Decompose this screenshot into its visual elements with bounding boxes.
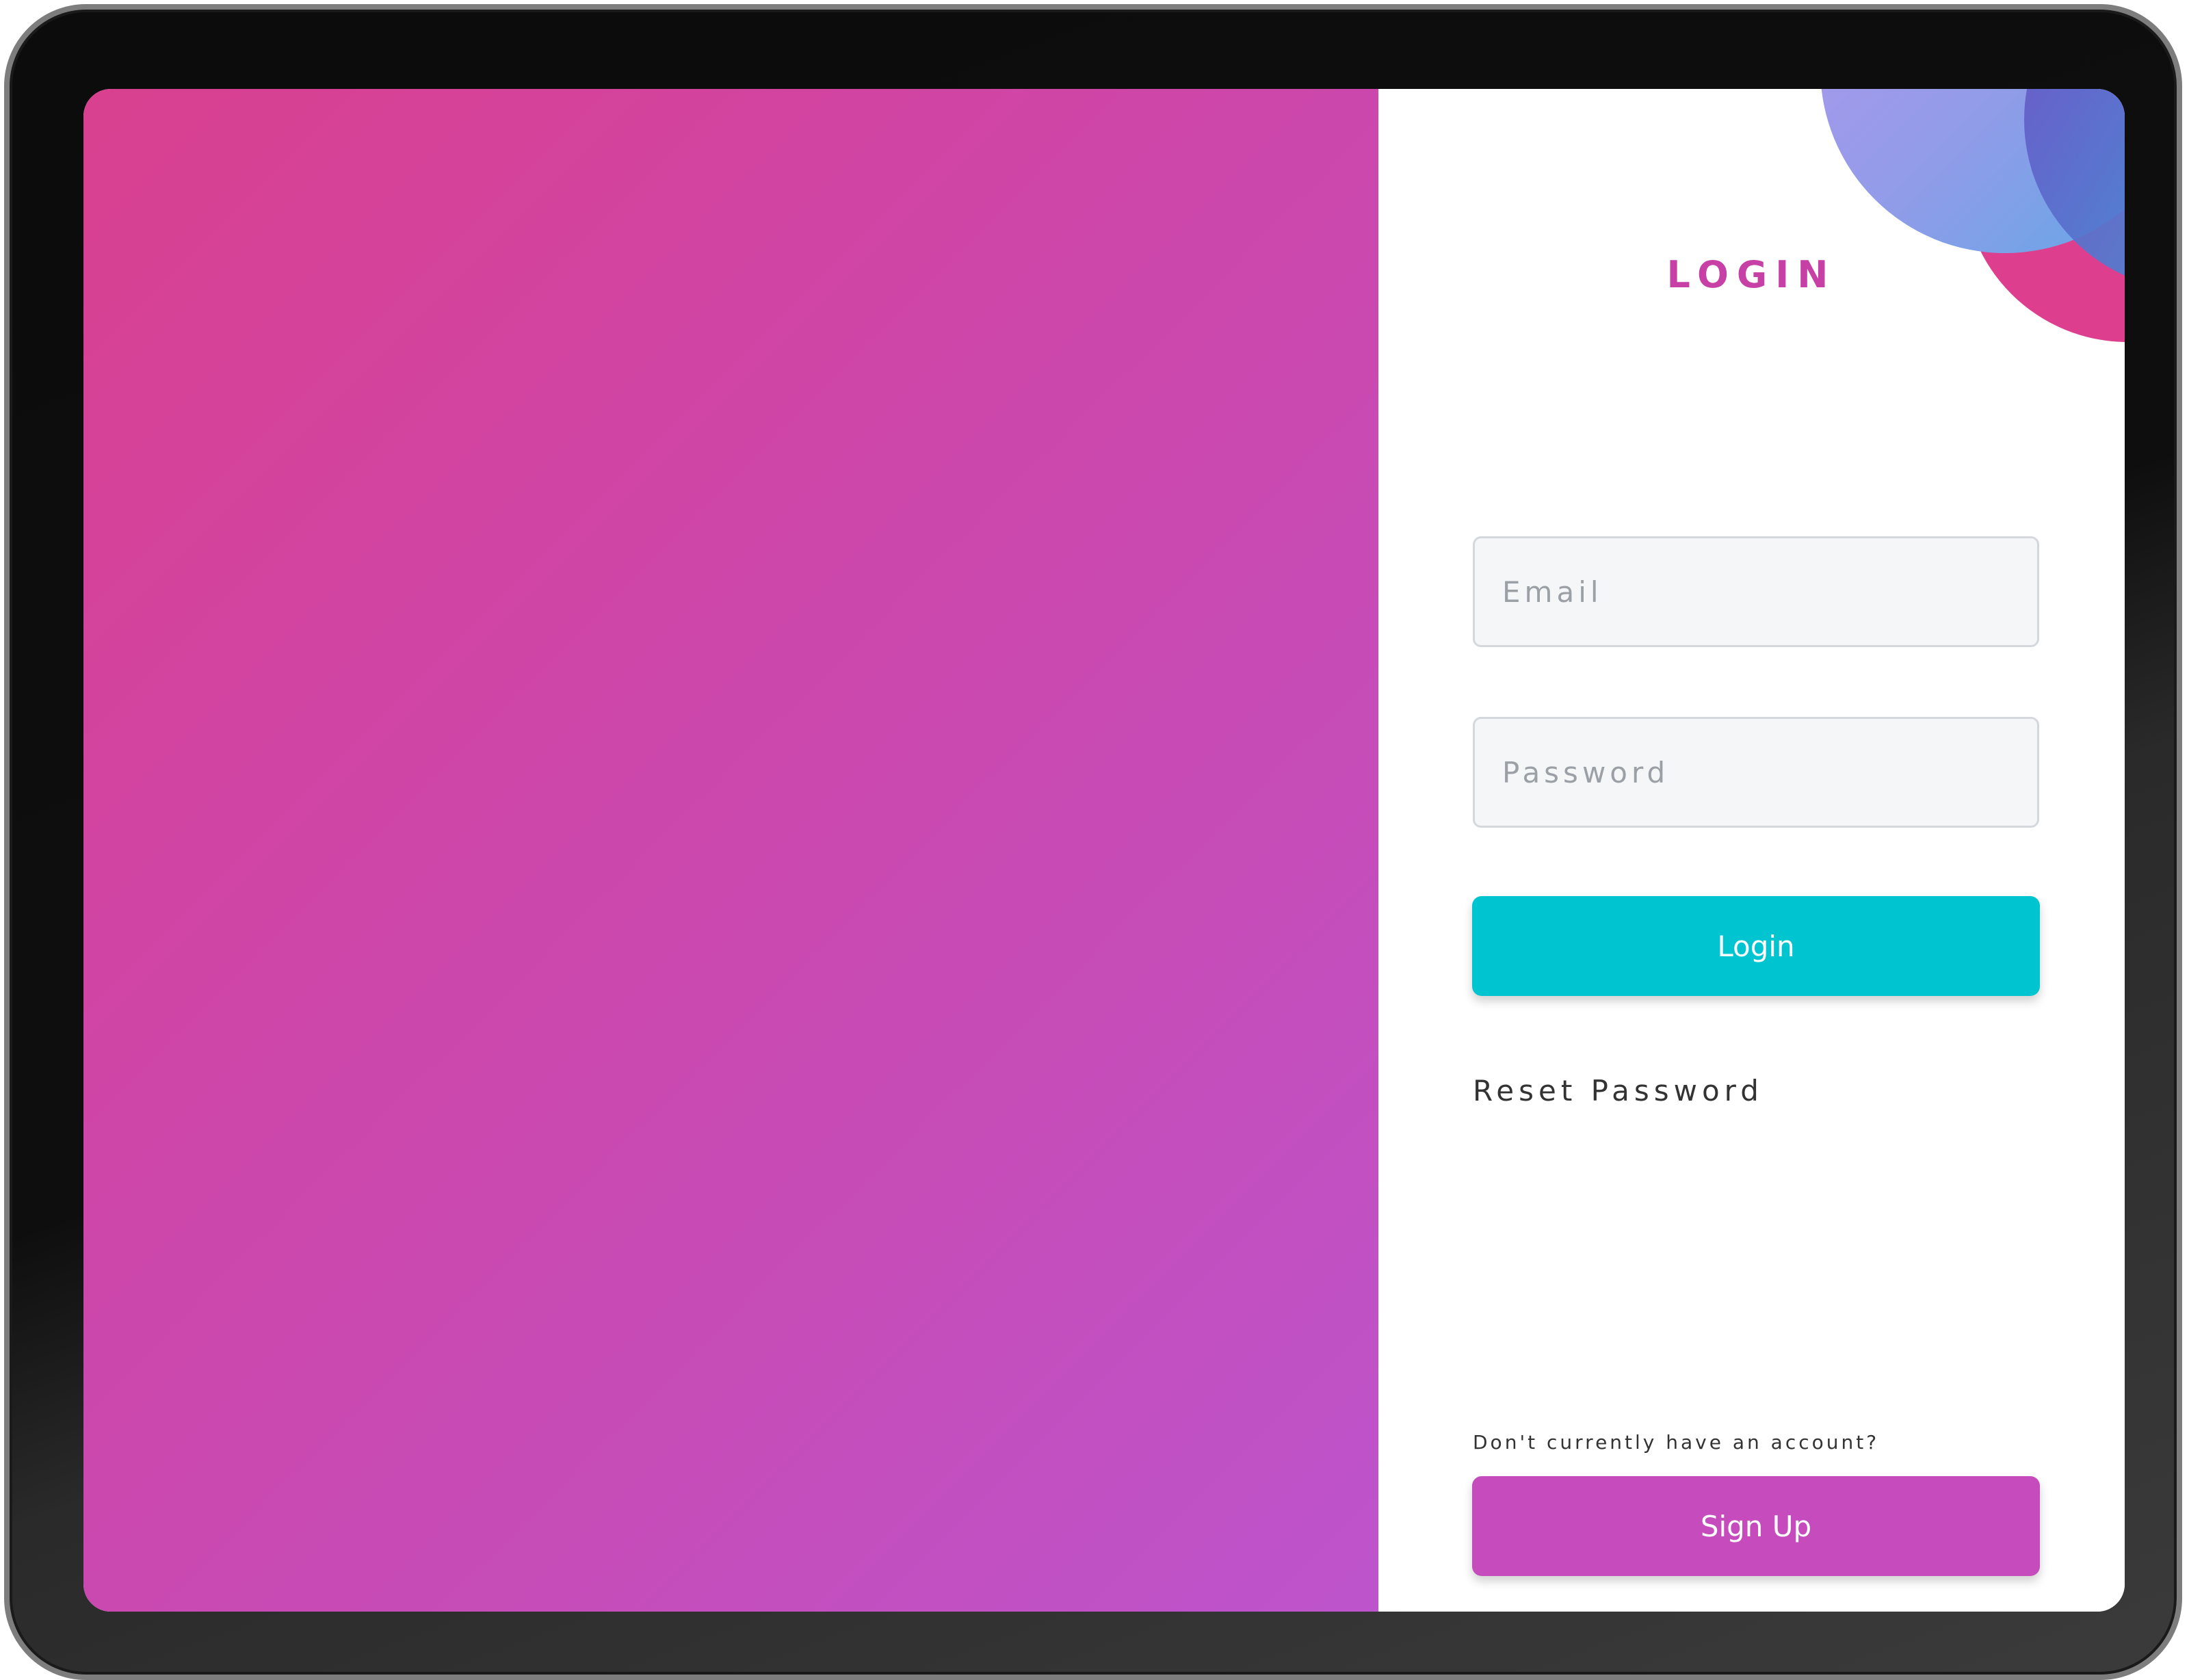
no-account-text: Don't currently have an account? bbox=[1473, 1431, 1880, 1454]
tablet-frame: LOGIN Login Reset Password Don't current… bbox=[4, 4, 2182, 1680]
email-field[interactable] bbox=[1473, 536, 2039, 647]
login-panel: LOGIN Login Reset Password Don't current… bbox=[1378, 89, 2125, 1612]
password-field[interactable] bbox=[1473, 717, 2039, 828]
reset-password-link[interactable]: Reset Password bbox=[1473, 1074, 1764, 1107]
login-button[interactable]: Login bbox=[1472, 896, 2040, 996]
hero-gradient-panel bbox=[83, 89, 1378, 1612]
tablet-screen: LOGIN Login Reset Password Don't current… bbox=[83, 89, 2125, 1612]
page-title: LOGIN bbox=[1666, 253, 1837, 296]
signup-button[interactable]: Sign Up bbox=[1472, 1476, 2040, 1576]
